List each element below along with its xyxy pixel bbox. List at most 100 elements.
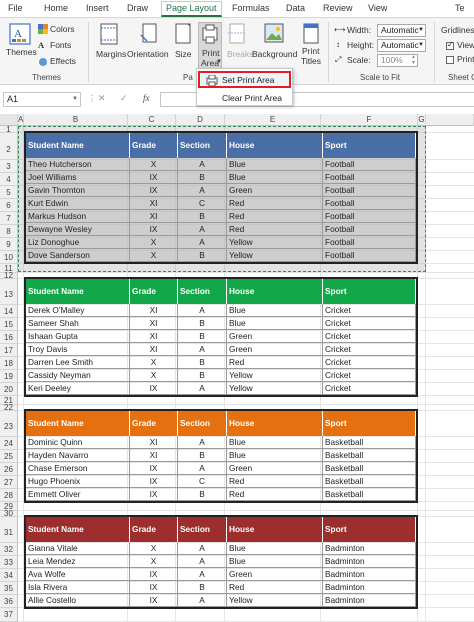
background-button[interactable]: Background	[252, 21, 297, 69]
table-cell[interactable]: Football	[323, 184, 416, 197]
table-cell[interactable]: Markus Hudson	[26, 210, 130, 223]
table-cell[interactable]: Troy Davis	[26, 343, 130, 356]
table-cell[interactable]: Dewayne Wesley	[26, 223, 130, 236]
column-header-cell[interactable]: House	[227, 411, 323, 436]
table-cell[interactable]: A	[178, 382, 227, 395]
table-cell[interactable]: X	[130, 356, 178, 369]
row-header[interactable]: 19	[0, 370, 18, 383]
row-header[interactable]: 7	[0, 212, 18, 225]
tab-home[interactable]: Home	[44, 3, 68, 13]
table-cell[interactable]: Joel Williams	[26, 171, 130, 184]
table-cell[interactable]: A	[178, 184, 227, 197]
table-cell[interactable]: XI	[130, 330, 178, 343]
table-cell[interactable]: B	[178, 488, 227, 501]
themes-button[interactable]: A Themes	[6, 21, 37, 67]
table-cell[interactable]: Blue	[227, 158, 323, 171]
table-cell[interactable]: Cricket	[323, 330, 416, 343]
cancel-icon[interactable]: ✕	[98, 93, 106, 104]
tab-view[interactable]: View	[368, 3, 387, 13]
table-cell[interactable]: Green	[227, 343, 323, 356]
table-cell[interactable]: A	[178, 568, 227, 581]
scale-input[interactable]: 100% ▲ ▼	[377, 54, 418, 67]
column-header-cell[interactable]: Sport	[323, 411, 416, 436]
table-cell[interactable]: X	[130, 542, 178, 555]
width-select[interactable]: Automatic ▼	[377, 24, 426, 37]
row-header[interactable]: 1	[0, 126, 18, 134]
table-cell[interactable]: Cricket	[323, 369, 416, 382]
table-cell[interactable]: Football	[323, 249, 416, 262]
row-header[interactable]: 4	[0, 173, 18, 186]
table-cell[interactable]: Basketball	[323, 436, 416, 449]
table-cell[interactable]: IX	[130, 581, 178, 594]
table-cell[interactable]: Yellow	[227, 249, 323, 262]
table-cell[interactable]: Football	[323, 197, 416, 210]
table-cell[interactable]: X	[130, 158, 178, 171]
clear-print-area-item[interactable]: Clear Print Area	[198, 91, 291, 105]
row-header[interactable]: 14	[0, 305, 18, 318]
row-header[interactable]: 9	[0, 238, 18, 251]
table-cell[interactable]: Keri Deeley	[26, 382, 130, 395]
table-cell[interactable]: Liz Donoghue	[26, 236, 130, 249]
table-cell[interactable]: A	[178, 462, 227, 475]
table-cell[interactable]: Cricket	[323, 356, 416, 369]
row-header[interactable]: 5	[0, 186, 18, 199]
column-header-b[interactable]: B	[24, 114, 128, 126]
table-cell[interactable]: Red	[227, 581, 323, 594]
table-cell[interactable]: Blue	[227, 542, 323, 555]
table-cell[interactable]: A	[178, 436, 227, 449]
column-header-cell[interactable]: House	[227, 133, 323, 158]
table-cell[interactable]: Sameer Shah	[26, 317, 130, 330]
table-cell[interactable]: A	[178, 158, 227, 171]
row-header[interactable]: 18	[0, 357, 18, 370]
table-cell[interactable]: X	[130, 249, 178, 262]
table-cell[interactable]: Badminton	[323, 568, 416, 581]
orientation-button[interactable]: Orientation	[127, 21, 169, 69]
row-header[interactable]: 13	[0, 279, 18, 305]
row-header[interactable]: 28	[0, 489, 18, 502]
gridlines-print-checkbox[interactable]	[446, 56, 454, 64]
column-header-cell[interactable]: House	[227, 279, 323, 304]
table-cell[interactable]: IX	[130, 475, 178, 488]
row-header[interactable]: 10	[0, 251, 18, 264]
row-header[interactable]: 25	[0, 450, 18, 463]
column-header-c[interactable]: C	[128, 114, 176, 126]
column-header-g[interactable]: G	[418, 114, 426, 126]
fonts-button[interactable]: A Fonts	[38, 40, 82, 52]
row-header[interactable]: 26	[0, 463, 18, 476]
table-cell[interactable]: Red	[227, 223, 323, 236]
table-cell[interactable]: Blue	[227, 436, 323, 449]
column-header-cell[interactable]: Sport	[323, 133, 416, 158]
table-cell[interactable]: Green	[227, 330, 323, 343]
column-header-cell[interactable]: Student Name	[26, 279, 130, 304]
table-cell[interactable]: X	[130, 369, 178, 382]
height-select[interactable]: Automatic ▼	[377, 39, 426, 52]
table-cell[interactable]: B	[178, 449, 227, 462]
table-cell[interactable]: Dominic Quinn	[26, 436, 130, 449]
row-header[interactable]: 27	[0, 476, 18, 489]
table-cell[interactable]: Badminton	[323, 542, 416, 555]
table-cell[interactable]: Cricket	[323, 304, 416, 317]
table-cell[interactable]: Cricket	[323, 317, 416, 330]
table-cell[interactable]: IX	[130, 568, 178, 581]
effects-button[interactable]: Effects	[38, 56, 82, 68]
table-cell[interactable]: Football	[323, 223, 416, 236]
table-cell[interactable]: A	[178, 555, 227, 568]
table-cell[interactable]: XI	[130, 197, 178, 210]
table-cell[interactable]: Darren Lee Smith	[26, 356, 130, 369]
column-header-cell[interactable]: Section	[178, 279, 227, 304]
table-cell[interactable]: Badminton	[323, 594, 416, 607]
table-cell[interactable]: C	[178, 475, 227, 488]
table-cell[interactable]: IX	[130, 594, 178, 607]
column-header-blank[interactable]	[426, 114, 474, 126]
table-cell[interactable]: B	[178, 581, 227, 594]
table-cell[interactable]: XI	[130, 436, 178, 449]
table-cell[interactable]: A	[178, 304, 227, 317]
column-header-cell[interactable]: Sport	[323, 279, 416, 304]
table-cell[interactable]: IX	[130, 223, 178, 236]
table-cell[interactable]: C	[178, 197, 227, 210]
table-cell[interactable]: XI	[130, 210, 178, 223]
table-cell[interactable]: Hugo Phoenix	[26, 475, 130, 488]
gridlines-view-checkbox[interactable]: ✓	[446, 40, 454, 50]
table-cell[interactable]: Badminton	[323, 581, 416, 594]
tab-file[interactable]: File	[8, 3, 23, 13]
